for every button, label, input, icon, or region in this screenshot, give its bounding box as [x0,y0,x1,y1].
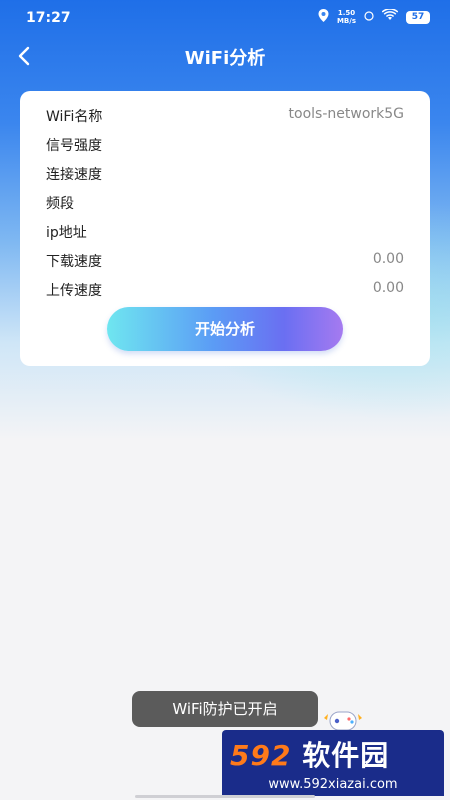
network-speed-value: 1.50 [337,9,356,17]
info-label: 信号强度 [46,138,102,154]
info-label: WiFi名称 [46,109,103,125]
status-bar: 17:27 1.50 MB/s 57 [0,0,450,36]
watermark-brand-text: 软件园 [302,739,390,772]
info-label: 频段 [46,196,74,212]
info-row-wifi-name: WiFi名称 tools-network5G [46,103,404,127]
info-row-ip-address: ip地址 [46,219,404,243]
info-row-signal-strength: 信号强度 [46,132,404,156]
info-value: tools-network5G [288,106,404,122]
page-title: WiFi分析 [184,48,266,69]
network-speed: 1.50 MB/s [337,9,356,25]
info-row-link-speed: 连接速度 [46,161,404,185]
wifi-signal-icon [381,8,399,25]
status-time: 17:27 [26,10,71,26]
info-label: 下载速度 [46,254,102,270]
info-label: 上传速度 [46,283,102,299]
info-label: ip地址 [46,225,87,241]
toast-message: WiFi防护已开启 [132,691,318,727]
info-value: 0.00 [372,251,404,267]
info-row-upload-speed: 上传速度 0.00 [46,277,404,301]
info-row-frequency-band: 频段 [46,190,404,214]
watermark-brand: 592 软件园 [230,734,389,774]
info-value: 0.00 [372,280,404,296]
navigation-bar: WiFi分析 [0,38,450,76]
status-icons: 1.50 MB/s 57 [318,8,430,25]
info-row-download-speed: 下载速度 0.00 [46,248,404,272]
hd-icon [364,11,374,23]
network-speed-unit: MB/s [336,17,356,25]
battery-icon: 57 [406,10,430,24]
watermark-url: www.592xiazai.com [222,774,444,796]
info-label: 连接速度 [46,167,102,183]
home-indicator [135,795,315,798]
location-icon [318,9,329,25]
watermark-number: 592 [230,739,292,772]
wifi-info-card: WiFi名称 tools-network5G 信号强度 连接速度 频段 ip地址… [20,91,430,366]
watermark-logo: 592 软件园 [222,730,444,780]
start-analysis-button[interactable]: 开始分析 [107,307,343,351]
